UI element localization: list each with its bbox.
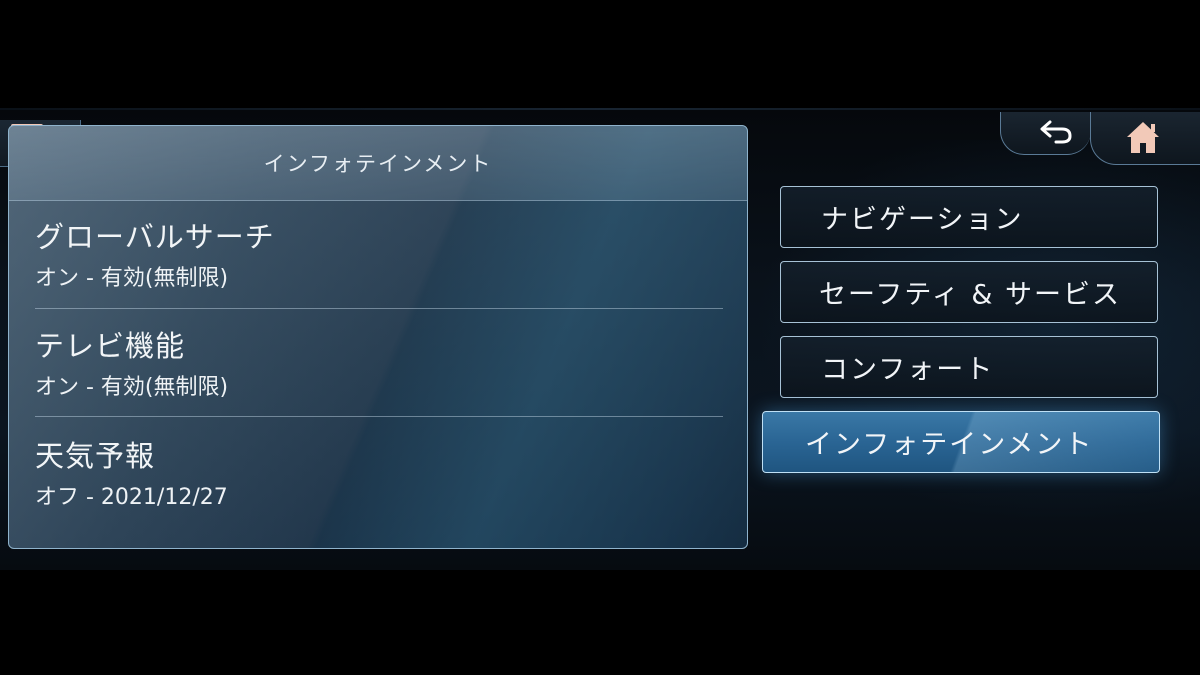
panel-title: インフォテインメント bbox=[263, 152, 493, 176]
setting-item-weather-forecast[interactable]: 天気予報 オフ - 2021/12/27 bbox=[35, 419, 723, 527]
menu-item-comfort[interactable]: コンフォート bbox=[780, 336, 1158, 398]
infotainment-panel: インフォテインメント グローバルサーチ オン - 有効(無制限) テレビ機能 オ… bbox=[8, 125, 748, 549]
back-arrow-icon[interactable] bbox=[1038, 118, 1074, 146]
setting-value: オン - 有効(無制限) bbox=[35, 266, 229, 291]
setting-value: オン - 有効(無制限) bbox=[35, 375, 229, 400]
menu-item-label: セーフティ & サービス bbox=[819, 279, 1121, 311]
setting-label: 天気予報 bbox=[35, 439, 156, 473]
setting-value: オフ - 2021/12/27 bbox=[35, 485, 228, 510]
panel-header: インフォテインメント bbox=[9, 126, 747, 201]
divider bbox=[35, 416, 723, 417]
setting-item-tv-function[interactable]: テレビ機能 オン - 有効(無制限) bbox=[35, 309, 723, 417]
menu-item-safety-service[interactable]: セーフティ & サービス bbox=[780, 261, 1158, 323]
menu-item-label: インフォテインメント bbox=[805, 429, 1094, 461]
menu-item-navigation[interactable]: ナビゲーション bbox=[780, 186, 1158, 248]
menu-item-label: コンフォート bbox=[821, 354, 995, 386]
setting-item-global-search[interactable]: グローバルサーチ オン - 有効(無制限) bbox=[35, 200, 723, 308]
home-icon[interactable] bbox=[1124, 118, 1162, 156]
menu-item-infotainment[interactable]: インフォテインメント bbox=[762, 411, 1160, 473]
screen: インフォテインメント グローバルサーチ オン - 有効(無制限) テレビ機能 オ… bbox=[0, 0, 1200, 675]
setting-label: グローバルサーチ bbox=[35, 220, 275, 254]
menu-item-label: ナビゲーション bbox=[821, 204, 1024, 236]
setting-label: テレビ機能 bbox=[35, 329, 186, 363]
